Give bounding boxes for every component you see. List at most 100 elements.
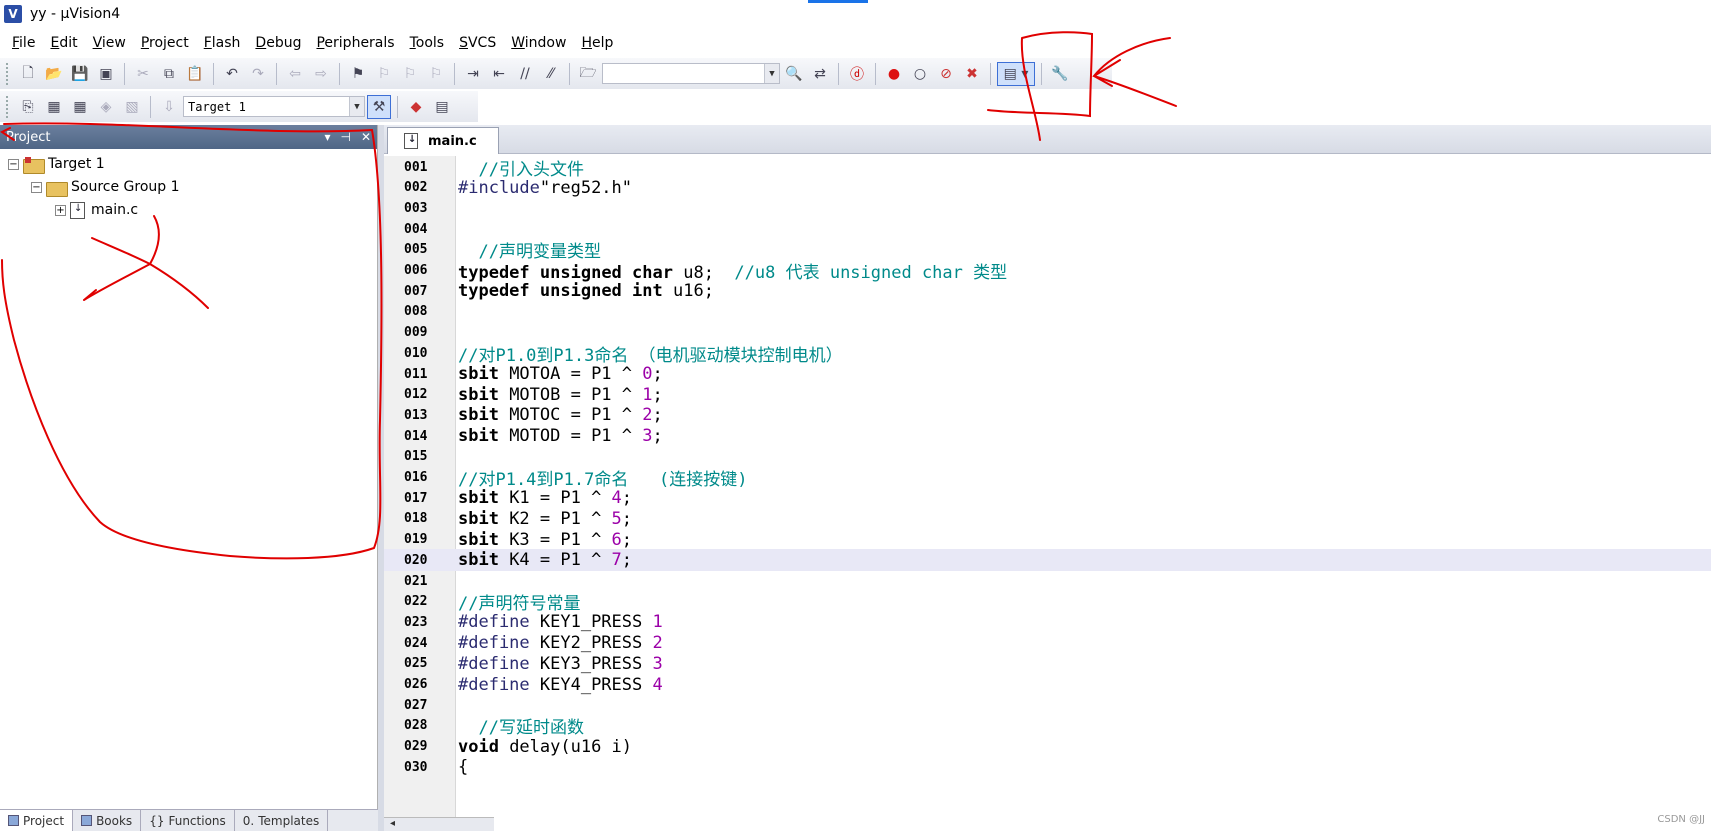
disable-all-breakpoints-icon[interactable]: ⊘ (934, 62, 958, 86)
batch-build-icon[interactable]: ◈ (94, 95, 118, 119)
code-line[interactable]: 017 sbit K1 = P1 ^ 4; (384, 487, 1711, 509)
prev-bookmark-icon[interactable]: ⚐ (372, 62, 396, 86)
tab-main-c[interactable]: main.c (387, 127, 499, 154)
incremental-find-icon[interactable]: ⇄ (808, 62, 832, 86)
code-line[interactable]: 020 sbit K4 = P1 ^ 7; (384, 549, 1711, 572)
target-select[interactable]: Target 1 ▼ (183, 96, 365, 117)
new-file-icon[interactable]: 🗋 (16, 62, 40, 86)
chevron-down-icon[interactable]: ▼ (764, 64, 779, 83)
save-icon[interactable]: 💾 (68, 62, 92, 86)
translate-icon[interactable]: ⎘ (16, 95, 40, 119)
find-in-files-icon[interactable]: 🗁 (576, 62, 600, 86)
code-line[interactable]: 002 #include"reg52.h" (384, 177, 1711, 199)
build-icon[interactable]: ▦ (42, 95, 66, 119)
clear-bookmarks-icon[interactable]: ⚐ (424, 62, 448, 86)
panel-menu-icon[interactable]: ▾ (324, 130, 330, 144)
stop-build-icon[interactable]: ▧ (120, 95, 144, 119)
code-line[interactable]: 022//声明符号常量 (384, 591, 1711, 614)
nav-back-icon[interactable]: ⇦ (283, 62, 307, 86)
configure-icon[interactable]: 🔧 (1048, 62, 1072, 86)
tab-project[interactable]: Project (0, 810, 74, 831)
menu-project[interactable]: Project (135, 35, 198, 51)
menu-edit[interactable]: Edit (44, 35, 86, 51)
code-line[interactable]: 016//对P1.4到P1.7命名 (连接按键) (384, 467, 1711, 490)
menu-view[interactable]: View (87, 35, 135, 51)
find-icon[interactable]: 🔍 (782, 62, 806, 86)
code-line[interactable]: 008 (384, 301, 1711, 323)
expand-icon[interactable]: + (55, 204, 66, 216)
folder-icon (46, 180, 68, 197)
close-icon[interactable]: ✕ (361, 130, 371, 144)
code-line[interactable]: 019 sbit K3 = P1 ^ 6; (384, 529, 1711, 551)
paste-icon[interactable]: 📋 (183, 62, 207, 86)
disable-breakpoint-icon[interactable]: ○ (908, 62, 932, 86)
code-line[interactable]: 021 (384, 570, 1711, 592)
window-layout-button[interactable]: ▤ ▾ (997, 61, 1035, 86)
menu-window[interactable]: Window (505, 35, 575, 51)
undo-icon[interactable]: ↶ (220, 62, 244, 86)
tree-item-target[interactable]: − Target 1 (8, 153, 105, 175)
horizontal-scrollbar[interactable]: ◂ (384, 817, 494, 831)
tab-functions[interactable]: {} Functions (141, 810, 235, 831)
code-line[interactable]: 028 //写延时函数 (384, 715, 1711, 738)
line-number: 002 (404, 180, 428, 196)
code-editor[interactable]: 001 //引入头文件 002 #include"reg52.h" 003 004 005… (384, 156, 1711, 831)
download-icon[interactable]: ⇩ (157, 95, 181, 119)
manage-multi-project-icon[interactable]: ▤ (430, 95, 454, 119)
code-line[interactable]: 003 (384, 197, 1711, 219)
comment-icon[interactable]: // (513, 62, 537, 86)
toolbar-grip[interactable] (6, 62, 10, 85)
uncomment-icon[interactable]: ⁄⁄ (539, 62, 563, 86)
indent-icon[interactable]: ⇥ (461, 62, 485, 86)
bookmark-icon[interactable]: ⚑ (346, 62, 370, 86)
code-line[interactable]: 011 sbit MOTOA = P1 ^ 0; (384, 363, 1711, 385)
collapse-icon[interactable]: − (31, 181, 42, 193)
tab-templates[interactable]: 0. Templates (235, 810, 329, 831)
line-text: void delay(u16 i) (458, 736, 633, 757)
kill-all-breakpoints-icon[interactable]: ✖ (960, 62, 984, 86)
collapse-icon[interactable]: − (8, 158, 19, 170)
pin-icon[interactable]: ⊣ (340, 130, 350, 144)
tab-books[interactable]: Books (73, 810, 142, 831)
line-number: 014 (404, 428, 428, 444)
code-line[interactable]: 026 #define KEY4_PRESS 4 (384, 674, 1711, 696)
debug-session-icon[interactable]: ⓓ (845, 62, 869, 86)
code-line[interactable]: 006 typedef unsigned char u8; //u8 代表 uns… (384, 260, 1711, 283)
code-line[interactable]: 018 sbit K2 = P1 ^ 5; (384, 508, 1711, 530)
tree-item-source-group[interactable]: − Source Group 1 (31, 176, 180, 198)
code-line[interactable]: 024 #define KEY2_PRESS 2 (384, 632, 1711, 654)
menu-peripherals[interactable]: Peripherals (310, 35, 403, 51)
menu-file[interactable]: File (6, 35, 44, 51)
save-all-icon[interactable]: ▣ (94, 62, 118, 86)
menu-help[interactable]: Help (575, 35, 622, 51)
insert-breakpoint-icon[interactable]: ● (882, 62, 906, 86)
code-line[interactable]: 010//对P1.0到P1.3命名 （电机驱动模块控制电机） (384, 342, 1711, 366)
unindent-icon[interactable]: ⇤ (487, 62, 511, 86)
menu-tools[interactable]: Tools (404, 35, 454, 51)
toolbar-grip[interactable] (6, 95, 10, 118)
code-line[interactable]: 023 #define KEY1_PRESS 1 (384, 611, 1711, 633)
code-line[interactable]: 013 sbit MOTOC = P1 ^ 2; (384, 404, 1711, 426)
code-line[interactable]: 029 void delay(u16 i) (384, 736, 1711, 758)
redo-icon[interactable]: ↷ (246, 62, 270, 86)
code-line[interactable]: 025 #define KEY3_PRESS 3 (384, 653, 1711, 675)
target-options-icon[interactable]: ⚒ (367, 94, 391, 119)
tree-item-main-c[interactable]: + main.c (55, 199, 138, 221)
chevron-down-icon[interactable]: ▼ (349, 97, 364, 116)
code-line[interactable]: 014 sbit MOTOD = P1 ^ 3; (384, 425, 1711, 447)
next-bookmark-icon[interactable]: ⚐ (398, 62, 422, 86)
menu-debug[interactable]: Debug (249, 35, 310, 51)
manage-components-icon[interactable]: ◆ (404, 95, 428, 119)
copy-icon[interactable]: ⧉ (157, 62, 181, 86)
menu-svcs[interactable]: SVCS (453, 35, 505, 51)
cut-icon[interactable]: ✂ (131, 62, 155, 86)
code-line[interactable]: 030 { (384, 756, 1711, 778)
nav-forward-icon[interactable]: ⇨ (309, 62, 333, 86)
menu-flash[interactable]: Flash (198, 35, 250, 51)
rebuild-icon[interactable]: ▦ (68, 95, 92, 119)
open-folder-icon[interactable]: 📂 (42, 62, 66, 86)
code-line[interactable]: 007 typedef unsigned int u16; (384, 280, 1711, 302)
find-combo[interactable]: ▼ (602, 63, 780, 84)
code-line[interactable]: 012 sbit MOTOB = P1 ^ 1; (384, 384, 1711, 406)
code-line[interactable]: 001 //引入头文件 (384, 156, 1711, 180)
